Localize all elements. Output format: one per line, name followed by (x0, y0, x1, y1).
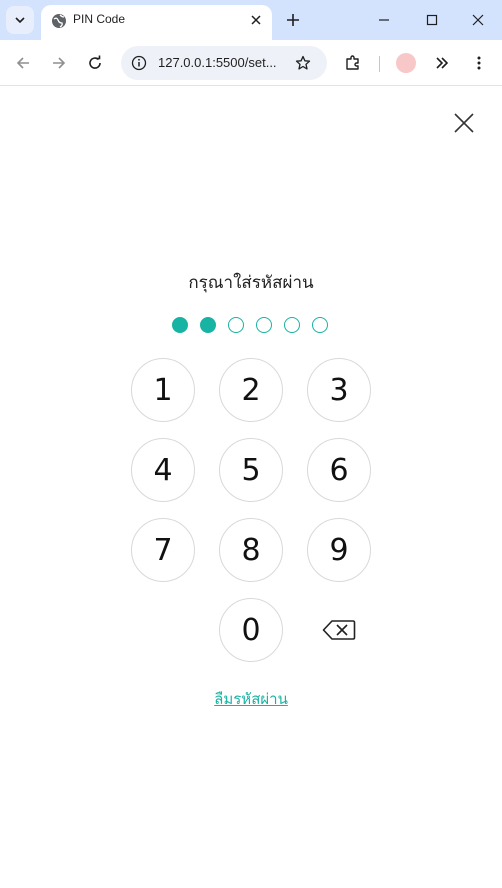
globe-icon (52, 14, 66, 28)
more-tabs-button[interactable] (431, 52, 453, 74)
window-close-button[interactable] (461, 6, 495, 34)
url-text: 127.0.0.1:5500/set... (158, 55, 277, 70)
reload-icon (89, 55, 101, 69)
pin-dot (312, 317, 328, 333)
pin-indicator (172, 317, 328, 335)
maximize-icon (426, 14, 438, 26)
bookmark-button[interactable] (293, 53, 313, 73)
plus-icon (287, 14, 299, 26)
arrow-left-icon (16, 57, 29, 69)
page-title: กรุณาใส่รหัสผ่าน (188, 273, 314, 293)
toolbar-divider (379, 56, 380, 72)
key-8[interactable]: 8 (219, 518, 283, 582)
browser-tab[interactable]: PIN Code (41, 5, 272, 40)
star-icon (295, 55, 311, 70)
key-4[interactable]: 4 (131, 438, 195, 502)
address-bar[interactable]: 127.0.0.1:5500/set... (121, 46, 327, 80)
key-1[interactable]: 1 (131, 358, 195, 422)
minimize-icon (379, 19, 389, 21)
chevron-down-icon (15, 17, 25, 24)
pin-dot (172, 317, 188, 333)
close-icon[interactable] (452, 111, 476, 135)
backspace-button[interactable] (321, 618, 357, 642)
browser-toolbar: 127.0.0.1:5500/set... (0, 40, 502, 86)
close-icon (472, 14, 484, 26)
backspace-icon (322, 620, 356, 640)
key-6[interactable]: 6 (307, 438, 371, 502)
tab-close-button[interactable] (246, 10, 266, 30)
pin-code-page: กรุณาใส่รหัสผ่าน 1 2 3 4 5 6 7 8 9 0 ลืม… (0, 87, 502, 888)
pin-dot (256, 317, 272, 333)
browser-tab-bar: PIN Code (0, 0, 502, 40)
puzzle-icon (346, 55, 359, 70)
key-3[interactable]: 3 (307, 358, 371, 422)
back-button[interactable] (12, 52, 34, 74)
extensions-button[interactable] (342, 52, 364, 74)
pin-dot (284, 317, 300, 333)
key-2[interactable]: 2 (219, 358, 283, 422)
double-chevron-right-icon (436, 57, 449, 69)
close-icon (251, 15, 261, 25)
menu-button[interactable] (468, 52, 490, 74)
reload-button[interactable] (84, 52, 106, 74)
kebab-menu-icon (477, 56, 481, 70)
forgot-password-link[interactable]: ลืมรหัสผ่าน (0, 687, 502, 711)
info-icon (131, 55, 147, 71)
minimize-button[interactable] (367, 6, 401, 34)
maximize-button[interactable] (415, 6, 449, 34)
tab-title: PIN Code (73, 12, 126, 26)
site-info-button[interactable] (129, 53, 149, 73)
key-0[interactable]: 0 (219, 598, 283, 662)
key-7[interactable]: 7 (131, 518, 195, 582)
key-5[interactable]: 5 (219, 438, 283, 502)
profile-avatar[interactable] (396, 53, 416, 73)
new-tab-button[interactable] (282, 9, 304, 31)
forward-button[interactable] (48, 52, 70, 74)
pin-dot (228, 317, 244, 333)
tab-search-button[interactable] (6, 6, 34, 34)
arrow-right-icon (53, 57, 66, 69)
key-9[interactable]: 9 (307, 518, 371, 582)
pin-dot (200, 317, 216, 333)
